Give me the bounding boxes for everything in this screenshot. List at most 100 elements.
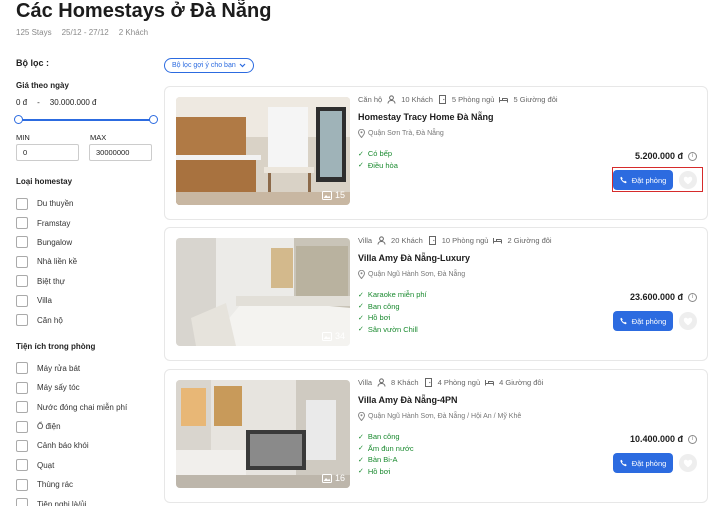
info-icon[interactable]: i xyxy=(688,434,697,444)
listing-location: Quận Ngũ Hành Sơn, Đà Nẵng / Hội An / Mỹ… xyxy=(358,412,697,421)
room-amenity-checkbox[interactable] xyxy=(16,459,28,472)
stays-count: 125 Stays xyxy=(16,28,52,37)
room-amenity-checkbox[interactable] xyxy=(16,439,28,452)
check-icon: ✓ xyxy=(358,291,364,299)
homestay-type-item[interactable]: Căn hộ xyxy=(16,310,156,329)
homestay-type-item[interactable]: Biệt thự xyxy=(16,272,156,291)
homestay-type-checkbox[interactable] xyxy=(16,294,28,307)
suggested-filters-button[interactable]: Bộ lọc gợi ý cho bạn xyxy=(164,58,254,73)
homestay-type-checkbox[interactable] xyxy=(16,314,28,327)
listing-price: 5.200.000 đ i xyxy=(635,151,697,161)
price-slider[interactable] xyxy=(14,115,158,125)
homestay-type-label: Căn hộ xyxy=(37,315,63,325)
room-amenity-item[interactable]: Máy sấy tóc xyxy=(16,378,156,397)
room-amenity-item[interactable]: Ổ điện xyxy=(16,417,156,436)
listing-amenity-label: Có bếp xyxy=(367,149,393,159)
price-slider-min-handle[interactable] xyxy=(14,115,23,124)
room-amenity-checkbox[interactable] xyxy=(16,420,28,433)
price-filter-title: Giá theo ngày xyxy=(16,81,69,90)
max-label: MAX xyxy=(90,133,107,142)
listing-amenity-label: Ban công xyxy=(367,432,400,442)
listing-photo[interactable]: 16 xyxy=(176,380,350,488)
room-amenity-item[interactable]: Cảnh báo khói xyxy=(16,436,156,455)
listing-price-value: 10.400.000 đ xyxy=(629,434,683,444)
homestay-type-item[interactable]: Bungalow xyxy=(16,233,156,252)
listing-meta: Villa 8 Khách 4 Phòng ngủ 4 Giường đôi xyxy=(358,378,697,387)
listing-photo[interactable]: 15 xyxy=(176,97,350,205)
book-button[interactable]: Đặt phòng xyxy=(613,453,673,473)
listing-guests: 20 Khách xyxy=(391,236,423,245)
room-amenity-checkbox[interactable] xyxy=(16,381,28,394)
favorite-button[interactable] xyxy=(679,312,697,330)
listing-card[interactable]: 16 Villa 8 Khách 4 Phòng ngủ 4 Giường đô… xyxy=(164,369,708,503)
phone-icon xyxy=(619,317,627,325)
info-icon[interactable]: i xyxy=(688,292,697,302)
listing-type: Villa xyxy=(358,236,373,245)
homestay-type-item[interactable]: Nhà liền kề xyxy=(16,252,156,271)
listing-location: Quận Sơn Trà, Đà Nẵng xyxy=(358,129,697,138)
price-slider-max-handle[interactable] xyxy=(149,115,158,124)
favorite-button[interactable] xyxy=(679,454,697,472)
check-icon: ✓ xyxy=(358,433,364,441)
listing-type: Căn hộ xyxy=(358,95,383,104)
max-price-input[interactable] xyxy=(89,144,152,161)
photo-count-value: 16 xyxy=(334,473,345,483)
room-amenity-checkbox[interactable] xyxy=(16,401,28,414)
room-amenity-item[interactable]: Quạt xyxy=(16,456,156,475)
book-button-label: Đặt phòng xyxy=(631,316,667,326)
listing-meta: Căn hộ 10 Khách 5 Phòng ngủ 5 Giường đôi xyxy=(358,95,697,104)
homestay-type-title: Loại homestay xyxy=(16,177,73,186)
homestay-type-label: Nhà liền kề xyxy=(37,257,78,267)
listing-card[interactable]: 34 Villa 20 Khách 10 Phòng ngủ 2 Giường … xyxy=(164,227,708,361)
homestay-type-checkbox[interactable] xyxy=(16,275,28,288)
person-icon xyxy=(377,378,386,387)
room-amenity-item[interactable]: Nước đóng chai miễn phí xyxy=(16,398,156,417)
listing-type: Villa xyxy=(358,378,373,387)
listing-name[interactable]: Villa Amy Đà Nẵng-4PN xyxy=(358,395,697,405)
room-amenity-label: Nước đóng chai miễn phí xyxy=(37,402,128,412)
listing-price-value: 5.200.000 đ xyxy=(634,151,683,161)
room-amenity-checkbox[interactable] xyxy=(16,498,28,506)
chevron-down-icon xyxy=(239,63,246,68)
book-button[interactable]: Đặt phòng xyxy=(613,311,673,331)
homestay-type-checkbox[interactable] xyxy=(16,197,28,210)
homestay-type-checkbox[interactable] xyxy=(16,217,28,230)
phone-icon xyxy=(619,459,627,467)
photo-count-value: 34 xyxy=(334,331,345,341)
book-button-label: Đặt phòng xyxy=(631,458,667,468)
book-button-highlight xyxy=(612,167,703,192)
listing-bedrooms: 10 Phòng ngủ xyxy=(441,236,489,245)
listing-amenity-label: Sân vườn Chill xyxy=(367,324,418,334)
page-title: Các Homestays ở Đà Nẵng xyxy=(16,0,272,22)
listing-name[interactable]: Homestay Tracy Home Đà Nẵng xyxy=(358,112,697,122)
listing-beds: 5 Giường đôi xyxy=(513,95,558,104)
listing-name[interactable]: Villa Amy Đà Nẵng-Luxury xyxy=(358,253,697,263)
info-icon[interactable]: i xyxy=(688,151,697,161)
room-amenities-title: Tiện ích trong phòng xyxy=(16,341,96,351)
check-icon: ✓ xyxy=(358,162,364,170)
check-icon: ✓ xyxy=(358,303,364,311)
homestay-type-label: Du thuyền xyxy=(37,199,74,209)
room-amenity-checkbox[interactable] xyxy=(16,362,28,375)
room-amenity-label: Máy sấy tóc xyxy=(37,383,80,393)
filter-sidebar: Bộ lọc : Giá theo ngày 0 đ - 30.000.000 … xyxy=(14,58,158,506)
listing-card[interactable]: 15 Căn hộ 10 Khách 5 Phòng ngủ 5 Giường … xyxy=(164,86,708,220)
homestay-type-checkbox[interactable] xyxy=(16,236,28,249)
price-slider-track xyxy=(16,119,156,121)
room-amenity-item[interactable]: Máy rửa bát xyxy=(16,359,156,378)
homestay-type-checkbox[interactable] xyxy=(16,255,28,268)
listing-photo[interactable]: 34 xyxy=(176,238,350,346)
homestay-type-item[interactable]: Framstay xyxy=(16,213,156,232)
room-amenity-checkbox[interactable] xyxy=(16,478,28,491)
room-amenity-label: Tiện nghi là/ủi xyxy=(37,499,87,506)
homestay-type-item[interactable]: Du thuyền xyxy=(16,194,156,213)
listing-amenity-label: Ấm đun nước xyxy=(367,443,414,453)
listing-price: 10.400.000 đ i xyxy=(630,434,697,444)
homestay-type-label: Villa xyxy=(37,296,52,306)
room-amenity-item[interactable]: Tiện nghi là/ủi xyxy=(16,494,156,506)
room-amenity-item[interactable]: Thùng rác xyxy=(16,475,156,494)
listing-guests: 8 Khách xyxy=(391,378,419,387)
photo-count: 16 xyxy=(321,473,345,483)
min-price-input[interactable] xyxy=(16,144,79,161)
homestay-type-item[interactable]: Villa xyxy=(16,291,156,310)
